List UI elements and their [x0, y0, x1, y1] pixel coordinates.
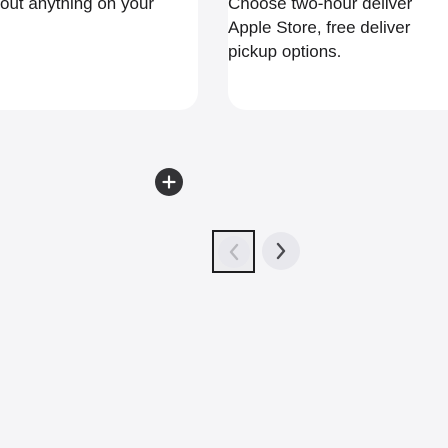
card-text-line: pickup options. — [228, 42, 342, 61]
expand-card-button[interactable] — [155, 168, 183, 196]
info-card-left[interactable]: out anything on your — [0, 0, 198, 110]
plus-icon — [162, 175, 176, 189]
previous-button-circle — [217, 235, 250, 268]
previous-button[interactable] — [212, 230, 255, 273]
card-text-right: Choose two-hour deliver Apple Store, fre… — [228, 0, 412, 64]
card-text-line: Choose two-hour deliver — [228, 0, 413, 13]
chevron-right-icon — [276, 242, 286, 260]
next-button[interactable] — [262, 232, 300, 270]
card-text-line: out anything on your — [0, 0, 155, 13]
page: out anything on your Choose two-hour del… — [0, 0, 448, 448]
info-card-right[interactable]: Choose two-hour deliver Apple Store, fre… — [228, 0, 448, 110]
card-text-left: out anything on your — [0, 0, 154, 16]
card-text-line: Apple Store, free deliver — [228, 18, 411, 37]
chevron-left-icon — [229, 243, 238, 260]
